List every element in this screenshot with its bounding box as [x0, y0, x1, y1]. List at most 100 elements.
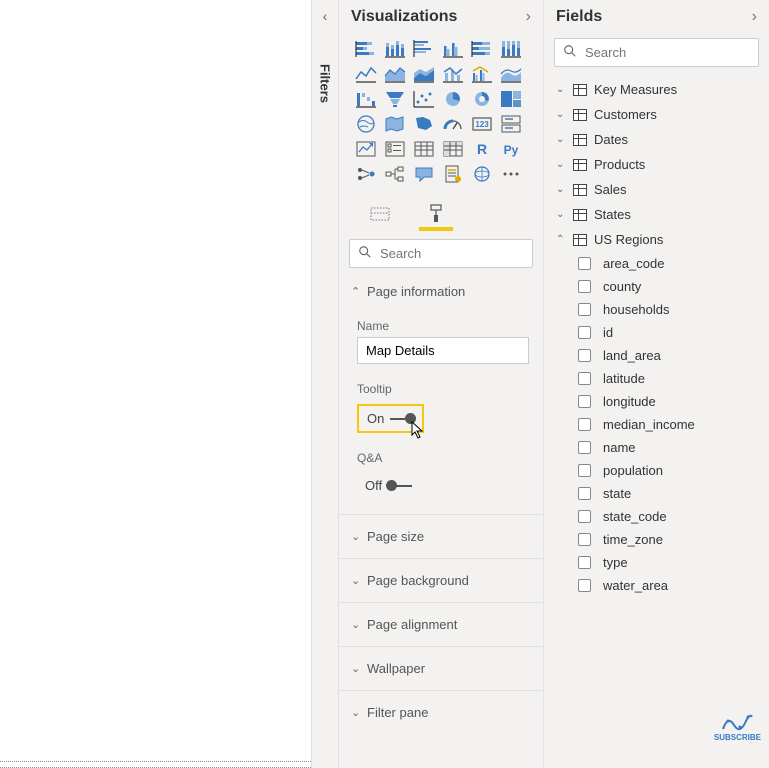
line-chart-icon[interactable] — [353, 63, 379, 85]
qa-toggle[interactable]: Off — [357, 473, 420, 498]
field-checkbox[interactable] — [578, 510, 591, 523]
field-name: households — [603, 302, 670, 317]
treemap-icon[interactable] — [498, 88, 524, 110]
hundred-percent-stacked-bar-icon[interactable] — [469, 38, 495, 60]
section-page-alignment[interactable]: ⌄ Page alignment — [339, 607, 543, 642]
arcgis-map-icon[interactable] — [469, 163, 495, 185]
chevron-right-icon[interactable]: › — [526, 8, 531, 26]
page-name-input[interactable] — [357, 337, 529, 364]
tooltip-toggle[interactable]: On — [357, 404, 424, 433]
donut-chart-icon[interactable] — [469, 88, 495, 110]
section-label: Page alignment — [367, 617, 457, 632]
field-state_code[interactable]: state_code — [544, 505, 769, 528]
chevron-left-icon[interactable]: ‹ — [323, 8, 328, 24]
report-canvas[interactable] — [0, 0, 311, 768]
fields-tab[interactable] — [367, 199, 393, 229]
field-checkbox[interactable] — [578, 372, 591, 385]
table-dates[interactable]: ⌄Dates — [544, 127, 769, 152]
field-checkbox[interactable] — [578, 556, 591, 569]
field-type[interactable]: type — [544, 551, 769, 574]
section-page-information[interactable]: ⌃ Page information — [339, 274, 543, 309]
field-median_income[interactable]: median_income — [544, 413, 769, 436]
line-clustered-column-chart-icon[interactable] — [469, 63, 495, 85]
table-key-measures[interactable]: ⌄Key Measures — [544, 77, 769, 102]
section-page-background[interactable]: ⌄ Page background — [339, 563, 543, 598]
field-checkbox[interactable] — [578, 464, 591, 477]
pie-chart-icon[interactable] — [440, 88, 466, 110]
table-states[interactable]: ⌄States — [544, 202, 769, 227]
clustered-bar-chart-icon[interactable] — [411, 38, 437, 60]
table-us-regions[interactable]: ⌃US Regions — [544, 227, 769, 252]
field-checkbox[interactable] — [578, 280, 591, 293]
more-visuals-icon[interactable] — [498, 163, 524, 185]
card-icon[interactable]: 123 — [469, 113, 495, 135]
clustered-column-chart-icon[interactable] — [440, 38, 466, 60]
field-time_zone[interactable]: time_zone — [544, 528, 769, 551]
format-search-input[interactable] — [380, 246, 556, 261]
field-area_code[interactable]: area_code — [544, 252, 769, 275]
field-households[interactable]: households — [544, 298, 769, 321]
chevron-right-icon[interactable]: › — [752, 8, 757, 26]
field-longitude[interactable]: longitude — [544, 390, 769, 413]
key-influencers-icon[interactable] — [353, 163, 379, 185]
table-products[interactable]: ⌄Products — [544, 152, 769, 177]
table-customers[interactable]: ⌄Customers — [544, 102, 769, 127]
python-visual-icon[interactable]: Py — [498, 138, 524, 160]
map-icon[interactable] — [353, 113, 379, 135]
fields-search-box[interactable] — [554, 38, 759, 67]
format-tab[interactable] — [423, 199, 449, 229]
field-name: longitude — [603, 394, 656, 409]
matrix-icon[interactable] — [440, 138, 466, 160]
field-checkbox[interactable] — [578, 349, 591, 362]
kpi-icon[interactable] — [353, 138, 379, 160]
field-state[interactable]: state — [544, 482, 769, 505]
field-population[interactable]: population — [544, 459, 769, 482]
field-checkbox[interactable] — [578, 487, 591, 500]
field-checkbox[interactable] — [578, 579, 591, 592]
multi-row-card-icon[interactable] — [498, 113, 524, 135]
chevron-down-icon: ⌄ — [351, 530, 361, 543]
section-page-size[interactable]: ⌄ Page size — [339, 519, 543, 554]
gauge-icon[interactable] — [440, 113, 466, 135]
filters-pane-collapsed[interactable]: ‹ Filters — [311, 0, 339, 768]
shape-map-icon[interactable] — [411, 113, 437, 135]
field-id[interactable]: id — [544, 321, 769, 344]
paginated-report-icon[interactable] — [440, 163, 466, 185]
field-checkbox[interactable] — [578, 326, 591, 339]
stacked-area-chart-icon[interactable] — [411, 63, 437, 85]
field-checkbox[interactable] — [578, 418, 591, 431]
field-name[interactable]: name — [544, 436, 769, 459]
waterfall-chart-icon[interactable] — [353, 88, 379, 110]
field-checkbox[interactable] — [578, 395, 591, 408]
decomposition-tree-icon[interactable] — [382, 163, 408, 185]
table-name: US Regions — [594, 232, 663, 247]
format-search-box[interactable] — [349, 239, 533, 268]
hundred-percent-stacked-column-icon[interactable] — [498, 38, 524, 60]
area-chart-icon[interactable] — [382, 63, 408, 85]
line-stacked-column-chart-icon[interactable] — [440, 63, 466, 85]
stacked-column-chart-icon[interactable] — [382, 38, 408, 60]
table-icon[interactable] — [411, 138, 437, 160]
ribbon-chart-icon[interactable] — [498, 63, 524, 85]
chevron-up-icon: ⌃ — [351, 285, 361, 298]
section-wallpaper[interactable]: ⌄ Wallpaper — [339, 651, 543, 686]
qna-visual-icon[interactable] — [411, 163, 437, 185]
field-checkbox[interactable] — [578, 441, 591, 454]
field-county[interactable]: county — [544, 275, 769, 298]
table-sales[interactable]: ⌄Sales — [544, 177, 769, 202]
field-checkbox[interactable] — [578, 303, 591, 316]
scatter-chart-icon[interactable] — [411, 88, 437, 110]
field-checkbox[interactable] — [578, 533, 591, 546]
field-latitude[interactable]: latitude — [544, 367, 769, 390]
section-filter-pane[interactable]: ⌄ Filter pane — [339, 695, 543, 730]
qa-state: Off — [365, 478, 382, 493]
field-land_area[interactable]: land_area — [544, 344, 769, 367]
field-water_area[interactable]: water_area — [544, 574, 769, 597]
field-checkbox[interactable] — [578, 257, 591, 270]
funnel-chart-icon[interactable] — [382, 88, 408, 110]
slicer-icon[interactable] — [382, 138, 408, 160]
stacked-bar-chart-icon[interactable] — [353, 38, 379, 60]
r-script-visual-icon[interactable]: R — [469, 138, 495, 160]
filled-map-icon[interactable] — [382, 113, 408, 135]
fields-search-input[interactable] — [585, 45, 761, 60]
